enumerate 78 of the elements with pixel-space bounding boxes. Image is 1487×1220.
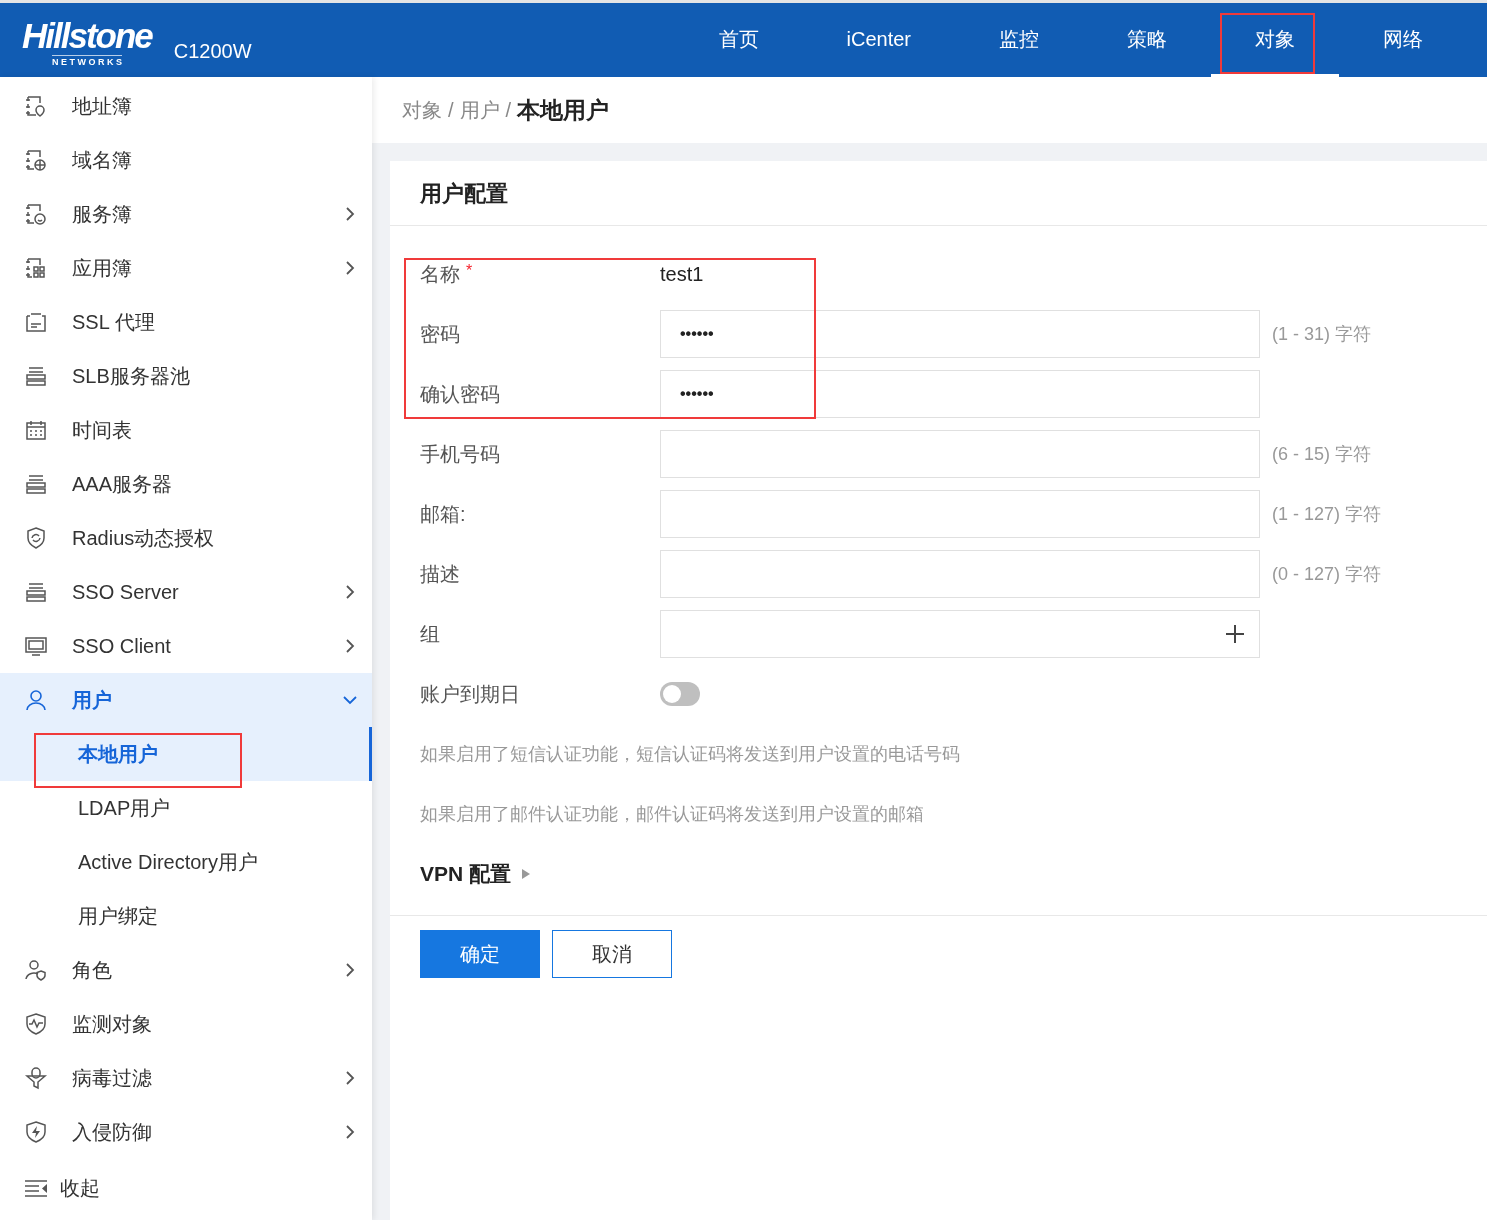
nav-tab[interactable]: 策略 bbox=[1083, 3, 1211, 77]
calendar-icon bbox=[24, 418, 48, 442]
field-label: 密码 bbox=[420, 322, 460, 347]
cancel-button[interactable]: 取消 bbox=[552, 930, 672, 978]
sidebar-subitem[interactable]: Active Directory用户 bbox=[0, 835, 372, 889]
group-field[interactable] bbox=[660, 610, 1260, 658]
nav-tab[interactable]: iCenter bbox=[802, 3, 955, 77]
field-label: 名称 bbox=[420, 262, 460, 287]
input-field[interactable] bbox=[660, 490, 1260, 538]
user-shield-icon bbox=[24, 958, 48, 982]
logo: Hillstone N E T W O R K S bbox=[22, 18, 152, 67]
field-label: 描述 bbox=[420, 562, 460, 587]
collapse-button[interactable]: 收起 bbox=[0, 1159, 372, 1217]
help-text: 如果启用了邮件认证功能，邮件认证码将发送到用户设置的邮箱 bbox=[420, 802, 924, 826]
sidebar-item[interactable]: 域名簿 bbox=[0, 133, 372, 187]
input-field[interactable] bbox=[660, 550, 1260, 598]
field-label: 邮箱: bbox=[420, 502, 466, 527]
input-field[interactable]: •••••• bbox=[660, 310, 1260, 358]
section-toggle[interactable]: VPN 配置 bbox=[420, 858, 511, 890]
hint-text: (0 - 127) 字符 bbox=[1272, 562, 1382, 586]
breadcrumb-separator: / bbox=[448, 98, 454, 123]
hint-text: (6 - 15) 字符 bbox=[1272, 442, 1372, 466]
service-book-icon bbox=[24, 202, 48, 226]
plus-icon[interactable] bbox=[1225, 624, 1245, 644]
sidebar-item[interactable]: 入侵防御 bbox=[0, 1105, 372, 1159]
sidebar-subitem[interactable]: 用户绑定 bbox=[0, 889, 372, 943]
sidebar-item[interactable]: 角色 bbox=[0, 943, 372, 997]
sidebar-item[interactable]: 用户 bbox=[0, 673, 372, 727]
toggle-switch[interactable] bbox=[660, 682, 700, 706]
sidebar-item[interactable]: 应用簿 bbox=[0, 241, 372, 295]
help-text: 如果启用了短信认证功能，短信认证码将发送到用户设置的电话号码 bbox=[420, 742, 960, 766]
sidebar-item[interactable]: 病毒过滤 bbox=[0, 1051, 372, 1105]
shield-bolt-icon bbox=[24, 1120, 48, 1144]
card-title: 用户配置 bbox=[420, 179, 508, 208]
sidebar-item[interactable]: AAA服务器 bbox=[0, 457, 372, 511]
breadcrumb-link[interactable]: 用户 bbox=[459, 95, 500, 125]
breadcrumb-separator: / bbox=[505, 98, 512, 123]
field-label: 确认密码 bbox=[420, 382, 500, 407]
sidebar-item[interactable]: 服务簿 bbox=[0, 187, 372, 241]
user-icon bbox=[24, 688, 48, 712]
sidebar-item[interactable]: Radius动态授权 bbox=[0, 511, 372, 565]
field-label: 手机号码 bbox=[420, 442, 500, 467]
server-stack-icon bbox=[24, 364, 48, 388]
sidebar-item[interactable]: 时间表 bbox=[0, 403, 372, 457]
sidebar-subitem[interactable]: 本地用户 bbox=[0, 727, 372, 781]
shield-pulse-icon bbox=[24, 1012, 48, 1036]
app-book-icon bbox=[24, 256, 48, 280]
shield-refresh-icon bbox=[24, 526, 48, 550]
input-field[interactable] bbox=[660, 430, 1260, 478]
sidebar-item[interactable]: SSO Client bbox=[0, 619, 372, 673]
required-mark: * bbox=[466, 261, 473, 281]
sidebar-item[interactable]: SSL 代理 bbox=[0, 295, 372, 349]
hint-text: (1 - 127) 字符 bbox=[1272, 502, 1382, 526]
server-stack-icon bbox=[24, 580, 48, 604]
sidebar-item[interactable]: SLB服务器池 bbox=[0, 349, 372, 403]
nav-tab[interactable]: 监控 bbox=[955, 3, 1083, 77]
field-value: test1 bbox=[660, 262, 704, 287]
triangle-right-icon[interactable] bbox=[521, 868, 531, 880]
field-label: 组 bbox=[420, 622, 440, 647]
globe-book-icon bbox=[24, 148, 48, 172]
server-stack-icon bbox=[24, 472, 48, 496]
sidebar-subitem[interactable]: LDAP用户 bbox=[0, 781, 372, 835]
ssl-document-icon bbox=[24, 310, 48, 334]
sidebar-item[interactable]: 监测对象 bbox=[0, 997, 372, 1051]
confirm-button[interactable]: 确定 bbox=[420, 930, 540, 978]
nav-tab[interactable]: 网络 bbox=[1339, 3, 1467, 77]
breadcrumb-link[interactable]: 对象 bbox=[402, 95, 442, 125]
field-label: 账户到期日 bbox=[420, 682, 520, 707]
sidebar-item[interactable]: 地址簿 bbox=[0, 79, 372, 133]
sidebar-item[interactable]: SSO Server bbox=[0, 565, 372, 619]
nav-tab[interactable]: 首页 bbox=[674, 3, 803, 77]
breadcrumb-current: 本地用户 bbox=[517, 95, 610, 125]
address-book-icon bbox=[24, 94, 48, 118]
device-model: C1200W bbox=[173, 39, 252, 64]
bug-filter-icon bbox=[24, 1066, 48, 1090]
hint-text: (1 - 31) 字符 bbox=[1272, 322, 1372, 346]
monitor-icon bbox=[24, 634, 48, 658]
input-field[interactable]: •••••• bbox=[660, 370, 1260, 418]
